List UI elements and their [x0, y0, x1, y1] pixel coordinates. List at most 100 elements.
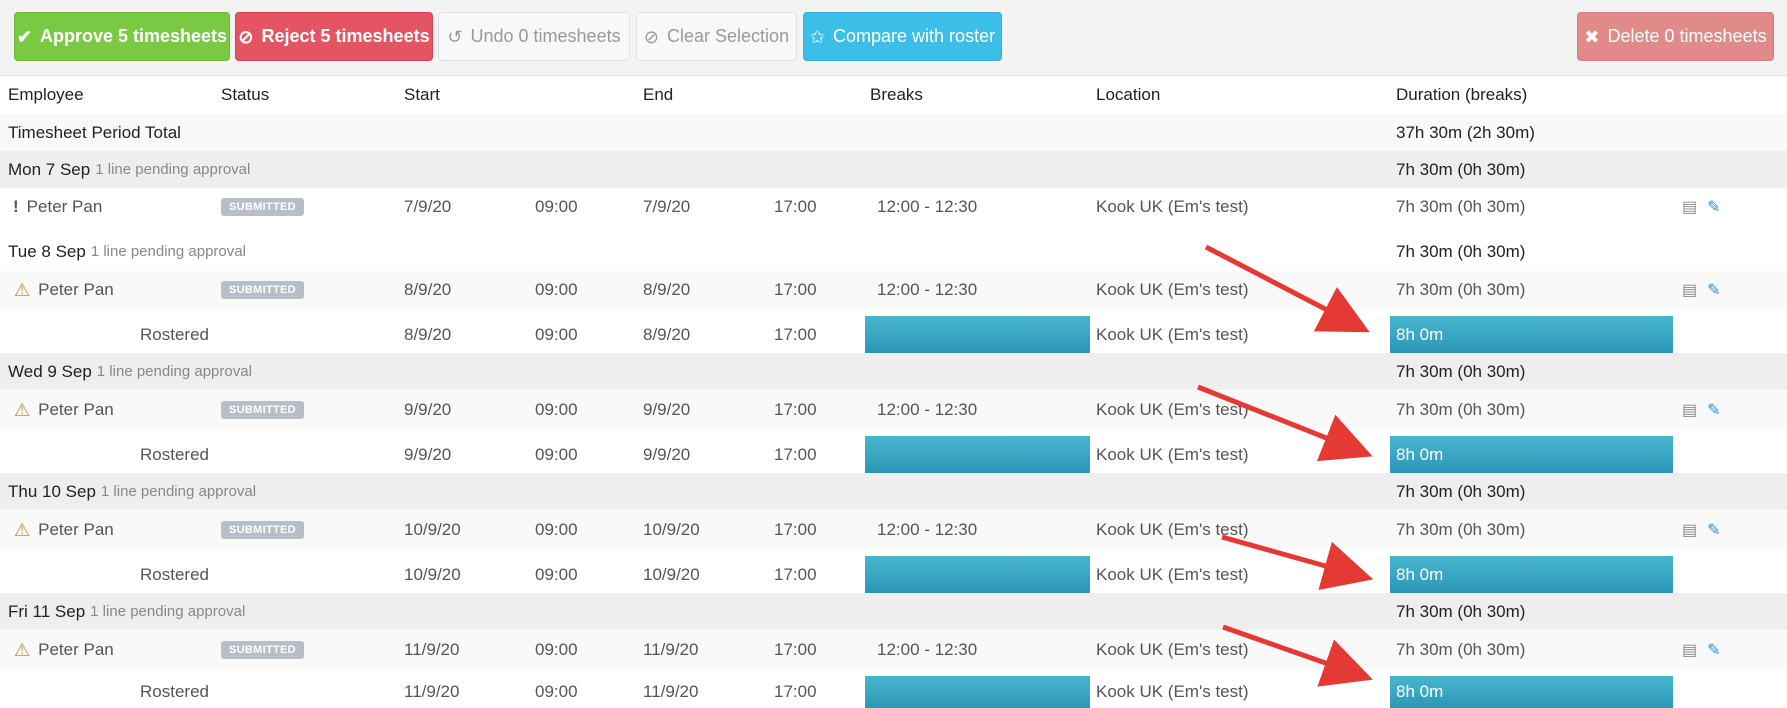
- toolbar: ✔ Approve 5 timesheets ⊘ Reject 5 timesh…: [0, 0, 1787, 76]
- period-total-row: Timesheet Period Total 37h 30m (2h 30m): [0, 114, 1787, 151]
- col-end[interactable]: End: [643, 76, 673, 114]
- edit-pencil-icon[interactable]: ✎: [1707, 280, 1720, 300]
- start-date: 11/9/20: [404, 640, 460, 659]
- end-time: 17:00: [774, 564, 817, 584]
- location: Kook UK (Em's test): [1096, 520, 1249, 539]
- undo-button[interactable]: ↺ Undo 0 timesheets: [438, 12, 630, 61]
- end-date: 8/9/20: [643, 280, 691, 299]
- rostered-label: Rostered: [140, 324, 209, 344]
- start-time: 09:00: [535, 444, 578, 464]
- rostered-row: Rostered 11/9/20 09:00 11/9/20 17:00 Koo…: [0, 676, 1787, 708]
- end-date: 7/9/20: [643, 197, 691, 216]
- status-badge: SUBMITTED: [221, 641, 304, 659]
- timesheet-row[interactable]: ⚠ Peter Pan SUBMITTED 8/9/20 09:00 8/9/20…: [0, 271, 1787, 309]
- edit-pencil-icon[interactable]: ✎: [1707, 197, 1720, 217]
- times-circle-icon: ✖: [1584, 26, 1600, 47]
- rostered-row: Rostered 8/9/20 09:00 8/9/20 17:00 Kook …: [0, 316, 1787, 353]
- start-time: 09:00: [535, 280, 578, 299]
- undo-label: Undo 0 timesheets: [470, 26, 621, 46]
- col-duration[interactable]: Duration (breaks): [1396, 76, 1527, 114]
- end-time: 17:00: [774, 197, 817, 216]
- delete-button[interactable]: ✖ Delete 0 timesheets: [1577, 12, 1774, 61]
- start-date: 10/9/20: [404, 520, 461, 539]
- col-location[interactable]: Location: [1096, 76, 1160, 114]
- undo-icon: ↺: [447, 26, 463, 47]
- breaks: 12:00 - 12:30: [877, 640, 978, 659]
- pending-note: 1 line pending approval: [95, 161, 251, 178]
- breaks: 12:00 - 12:30: [877, 400, 978, 419]
- notes-icon[interactable]: ▤: [1682, 640, 1697, 660]
- day-label: Wed 9 Sep: [8, 361, 92, 381]
- reject-button[interactable]: ⊘ Reject 5 timesheets: [235, 12, 433, 61]
- start-time: 09:00: [535, 400, 578, 419]
- day-total: 7h 30m (0h 30m): [1396, 601, 1526, 621]
- timesheet-row[interactable]: ! Peter Pan SUBMITTED 7/9/20 09:00 7/9/20…: [0, 188, 1787, 226]
- location: Kook UK (Em's test): [1096, 640, 1249, 659]
- notes-icon[interactable]: ▤: [1682, 520, 1697, 540]
- compare-roster-button[interactable]: ✩ Compare with roster: [803, 12, 1002, 61]
- day-total: 7h 30m (0h 30m): [1396, 241, 1526, 261]
- rostered-breaks-bar: [865, 676, 1090, 708]
- notes-icon[interactable]: ▤: [1682, 280, 1697, 300]
- col-start[interactable]: Start: [404, 76, 440, 114]
- col-status[interactable]: Status: [221, 76, 269, 114]
- rostered-label: Rostered: [140, 444, 209, 464]
- status-badge: SUBMITTED: [221, 198, 304, 216]
- timesheet-row[interactable]: ⚠ Peter Pan SUBMITTED 10/9/20 09:00 10/9/…: [0, 511, 1787, 549]
- end-date: 11/9/20: [643, 640, 699, 659]
- notes-icon[interactable]: ▤: [1682, 197, 1697, 217]
- employee-name: Peter Pan: [38, 640, 114, 659]
- day-header: Fri 11 Sep 1 line pending approval 7h 30m…: [0, 593, 1787, 630]
- warning-icon: ⚠: [14, 639, 31, 660]
- approve-button[interactable]: ✔ Approve 5 timesheets: [14, 12, 230, 61]
- day-label: Mon 7 Sep: [8, 159, 91, 179]
- location: Kook UK (Em's test): [1096, 400, 1249, 419]
- col-employee[interactable]: Employee: [8, 76, 84, 114]
- day-header: Wed 9 Sep 1 line pending approval 7h 30m …: [0, 353, 1787, 390]
- end-date: 10/9/20: [643, 564, 700, 584]
- day-label: Thu 10 Sep: [8, 481, 96, 501]
- start-time: 09:00: [535, 564, 578, 584]
- timesheet-row[interactable]: ⚠ Peter Pan SUBMITTED 9/9/20 09:00 9/9/20…: [0, 391, 1787, 429]
- end-date: 11/9/20: [643, 682, 699, 701]
- exclamation-icon: !: [13, 197, 19, 216]
- check-circle-icon: ✔: [16, 26, 32, 47]
- end-time: 17:00: [774, 324, 817, 344]
- location: Kook UK (Em's test): [1096, 444, 1249, 464]
- employee-name: Peter Pan: [38, 520, 114, 539]
- rostered-duration: 8h 0m: [1390, 316, 1673, 353]
- edit-pencil-icon[interactable]: ✎: [1707, 400, 1720, 420]
- breaks: 12:00 - 12:30: [877, 280, 978, 299]
- timesheet-row[interactable]: ⚠ Peter Pan SUBMITTED 11/9/20 09:00 11/9/…: [0, 631, 1787, 669]
- col-breaks[interactable]: Breaks: [870, 76, 923, 114]
- rostered-duration: 8h 0m: [1390, 436, 1673, 473]
- end-date: 9/9/20: [643, 444, 691, 464]
- location: Kook UK (Em's test): [1096, 324, 1249, 344]
- end-date: 9/9/20: [643, 400, 691, 419]
- rostered-breaks-bar: [865, 556, 1090, 593]
- rostered-label: Rostered: [140, 564, 209, 584]
- ban-icon: ⊘: [643, 26, 660, 47]
- start-date: 7/9/20: [404, 197, 452, 216]
- status-badge: SUBMITTED: [221, 521, 304, 539]
- duration: 7h 30m (0h 30m): [1396, 197, 1526, 216]
- clear-selection-button[interactable]: ⊘ Clear Selection: [636, 12, 797, 61]
- end-date: 8/9/20: [643, 324, 691, 344]
- rostered-breaks-bar: [865, 436, 1090, 473]
- star-icon: ✩: [809, 26, 826, 47]
- end-time: 17:00: [774, 280, 817, 299]
- edit-pencil-icon[interactable]: ✎: [1707, 640, 1720, 660]
- pending-note: 1 line pending approval: [96, 363, 252, 380]
- start-date: 8/9/20: [404, 280, 452, 299]
- rostered-row: Rostered 10/9/20 09:00 10/9/20 17:00 Koo…: [0, 556, 1787, 593]
- notes-icon[interactable]: ▤: [1682, 400, 1697, 420]
- status-badge: SUBMITTED: [221, 401, 304, 419]
- breaks: 12:00 - 12:30: [877, 520, 978, 539]
- employee-name: Peter Pan: [38, 280, 114, 299]
- edit-pencil-icon[interactable]: ✎: [1707, 520, 1720, 540]
- start-date: 10/9/20: [404, 564, 461, 584]
- end-time: 17:00: [774, 520, 817, 539]
- delete-label: Delete 0 timesheets: [1607, 26, 1767, 46]
- end-time: 17:00: [774, 400, 817, 419]
- warning-icon: ⚠: [14, 519, 31, 540]
